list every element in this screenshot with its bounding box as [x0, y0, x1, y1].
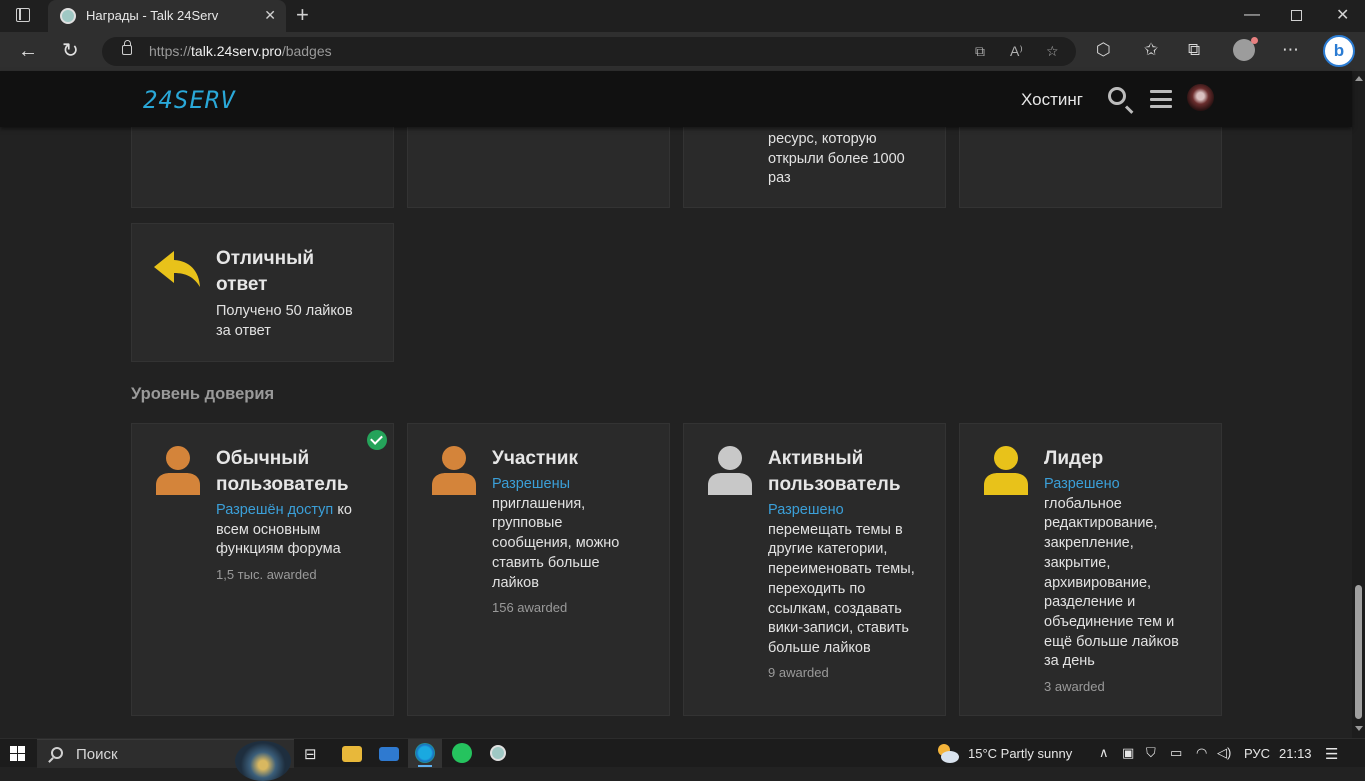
nav-link-hosting[interactable]: Хостинг	[1021, 90, 1083, 110]
badge-title: Лидер	[1044, 448, 1104, 469]
badge-card[interactable]	[407, 127, 670, 208]
collections-icon[interactable]: ⧉	[1188, 40, 1200, 60]
trust-card-basic-user[interactable]: Обычный пользователь Разрешён доступ ко …	[131, 423, 394, 716]
badge-description: Разрешён доступ ко всем основным функция…	[216, 502, 352, 558]
badge-title: Отличный ответ	[216, 248, 314, 295]
user-icon	[708, 446, 752, 495]
badge-description: Разрешены приглашения, групповые сообщен…	[492, 475, 620, 591]
search-icon[interactable]	[1108, 87, 1126, 105]
browser-tab[interactable]: Награды - Talk 24Serv ✕	[48, 0, 286, 32]
badge-title: Участник	[492, 448, 578, 469]
edge-browser-icon[interactable]	[415, 743, 435, 763]
taskbar-search-placeholder: Поиск	[76, 746, 118, 763]
mail-icon[interactable]	[379, 747, 399, 761]
awarded-count: 1,5 тыс. awarded	[216, 567, 317, 582]
badge-card[interactable]	[959, 127, 1222, 208]
site-favicon-icon	[60, 8, 76, 24]
badge-card[interactable]	[131, 127, 394, 208]
badge-description: Разрешено глобальное редактирование, зак…	[1044, 475, 1179, 670]
battery-icon[interactable]: ▭	[1170, 745, 1182, 761]
section-title-trust-level: Уровень доверия	[131, 385, 275, 403]
address-bar[interactable]: https://talk.24serv.pro/badges ⧉ A⁾ ☆	[102, 37, 1076, 66]
badge-card[interactable]: ресурс, которую открыли более 1000 раз	[683, 127, 946, 208]
windows-start-icon[interactable]	[10, 746, 25, 761]
search-highlight-image	[235, 741, 291, 781]
clock[interactable]: 21:13	[1279, 746, 1312, 761]
back-arrow-icon[interactable]: ←	[18, 40, 38, 63]
badge-description-link[interactable]: Разрешено	[768, 501, 915, 521]
task-view-icon[interactable]: ⊟	[304, 745, 317, 763]
awarded-count: 156 awarded	[492, 600, 568, 615]
badge-description-link[interactable]: Разрешён доступ	[216, 502, 333, 518]
chatgpt-icon[interactable]	[490, 745, 506, 761]
tab-actions-icon[interactable]	[16, 8, 30, 22]
new-tab-icon[interactable]: +	[296, 4, 309, 26]
site-logo[interactable]: 24SERV	[143, 86, 236, 114]
reload-icon[interactable]: ↻	[62, 38, 79, 63]
wifi-icon[interactable]: ◠	[1196, 745, 1207, 761]
language-indicator[interactable]: РУС	[1244, 746, 1270, 761]
volume-icon[interactable]: ◁)	[1217, 745, 1231, 761]
trust-card-leader[interactable]: Лидер Разрешено глобальное редактировани…	[959, 423, 1222, 716]
open-app-icon[interactable]: ⧉	[975, 43, 985, 60]
badges-page: ресурс, которую открыли более 1000 раз О…	[0, 127, 1352, 738]
trust-card-regular[interactable]: Активный пользователь Разрешено перемеща…	[683, 423, 946, 716]
user-icon	[432, 446, 476, 495]
badge-title: Обычный пользователь	[216, 448, 349, 495]
hamburger-menu-icon[interactable]	[1150, 90, 1172, 108]
badge-title: Активный пользователь	[768, 448, 901, 495]
tab-close-icon[interactable]: ✕	[264, 7, 276, 24]
trust-card-member[interactable]: Участник Разрешены приглашения, групповы…	[407, 423, 670, 716]
granted-check-icon	[367, 430, 387, 450]
badge-description-link[interactable]: Разрешены	[492, 475, 619, 495]
scroll-up-arrow-icon[interactable]	[1355, 76, 1363, 81]
badge-description-link[interactable]: Разрешено	[1044, 475, 1179, 495]
more-menu-icon[interactable]: ⋯	[1282, 40, 1299, 60]
minimize-icon[interactable]: —	[1244, 6, 1260, 24]
extensions-icon[interactable]: ⬡	[1096, 40, 1111, 60]
maximize-icon[interactable]	[1291, 10, 1302, 21]
scrollbar-thumb[interactable]	[1355, 585, 1362, 719]
show-hidden-icons-icon[interactable]: ∧	[1099, 745, 1109, 761]
notifications-icon[interactable]: ☰	[1325, 745, 1338, 763]
whatsapp-icon[interactable]	[452, 743, 472, 763]
search-icon	[51, 747, 63, 759]
tab-title: Награды - Talk 24Serv	[86, 8, 219, 23]
badge-description: ресурс, которую открыли более 1000 раз	[768, 131, 905, 187]
add-favorite-icon[interactable]: ☆	[1046, 43, 1059, 60]
favorites-icon[interactable]: ✩	[1144, 40, 1158, 60]
url-text[interactable]: https://talk.24serv.pro/badges	[149, 43, 332, 59]
user-icon	[156, 446, 200, 495]
bing-copilot-icon[interactable]: b	[1323, 35, 1355, 67]
taskbar-search[interactable]: Поиск	[37, 739, 294, 781]
browser-tabbar: Награды - Talk 24Serv ✕ + — ✕	[0, 0, 1365, 32]
user-avatar[interactable]	[1187, 84, 1214, 111]
awarded-count: 9 awarded	[768, 665, 829, 680]
partly-sunny-icon	[938, 744, 959, 763]
reply-icon	[154, 251, 200, 287]
window-close-icon[interactable]: ✕	[1336, 5, 1349, 25]
security-icon[interactable]: ⛉	[1146, 745, 1156, 761]
badge-card-great-reply[interactable]: Отличный ответ Получено 50 лайков за отв…	[131, 223, 394, 362]
site-header: 24SERV Хостинг	[0, 71, 1352, 127]
profile-icon[interactable]	[1233, 37, 1258, 61]
badge-description: Разрешено перемещать темы в другие катег…	[768, 501, 915, 656]
awarded-count: 3 awarded	[1044, 679, 1105, 694]
meet-now-icon[interactable]: ▣	[1122, 745, 1134, 761]
user-icon	[984, 446, 1028, 495]
badge-description: Получено 50 лайков за ответ	[216, 303, 353, 339]
scroll-down-arrow-icon[interactable]	[1355, 726, 1363, 731]
read-aloud-icon[interactable]: A⁾	[1010, 43, 1023, 60]
weather-text[interactable]: 15°C Partly sunny	[968, 746, 1072, 761]
file-explorer-icon[interactable]	[342, 746, 362, 762]
lock-icon[interactable]	[122, 40, 132, 55]
windows-taskbar: Поиск ⊟ 15°C Partly sunny ∧ ▣ ⛉ ▭ ◠ ◁) Р…	[0, 738, 1365, 781]
address-toolbar: ← ↻ https://talk.24serv.pro/badges ⧉ A⁾ …	[0, 32, 1365, 71]
